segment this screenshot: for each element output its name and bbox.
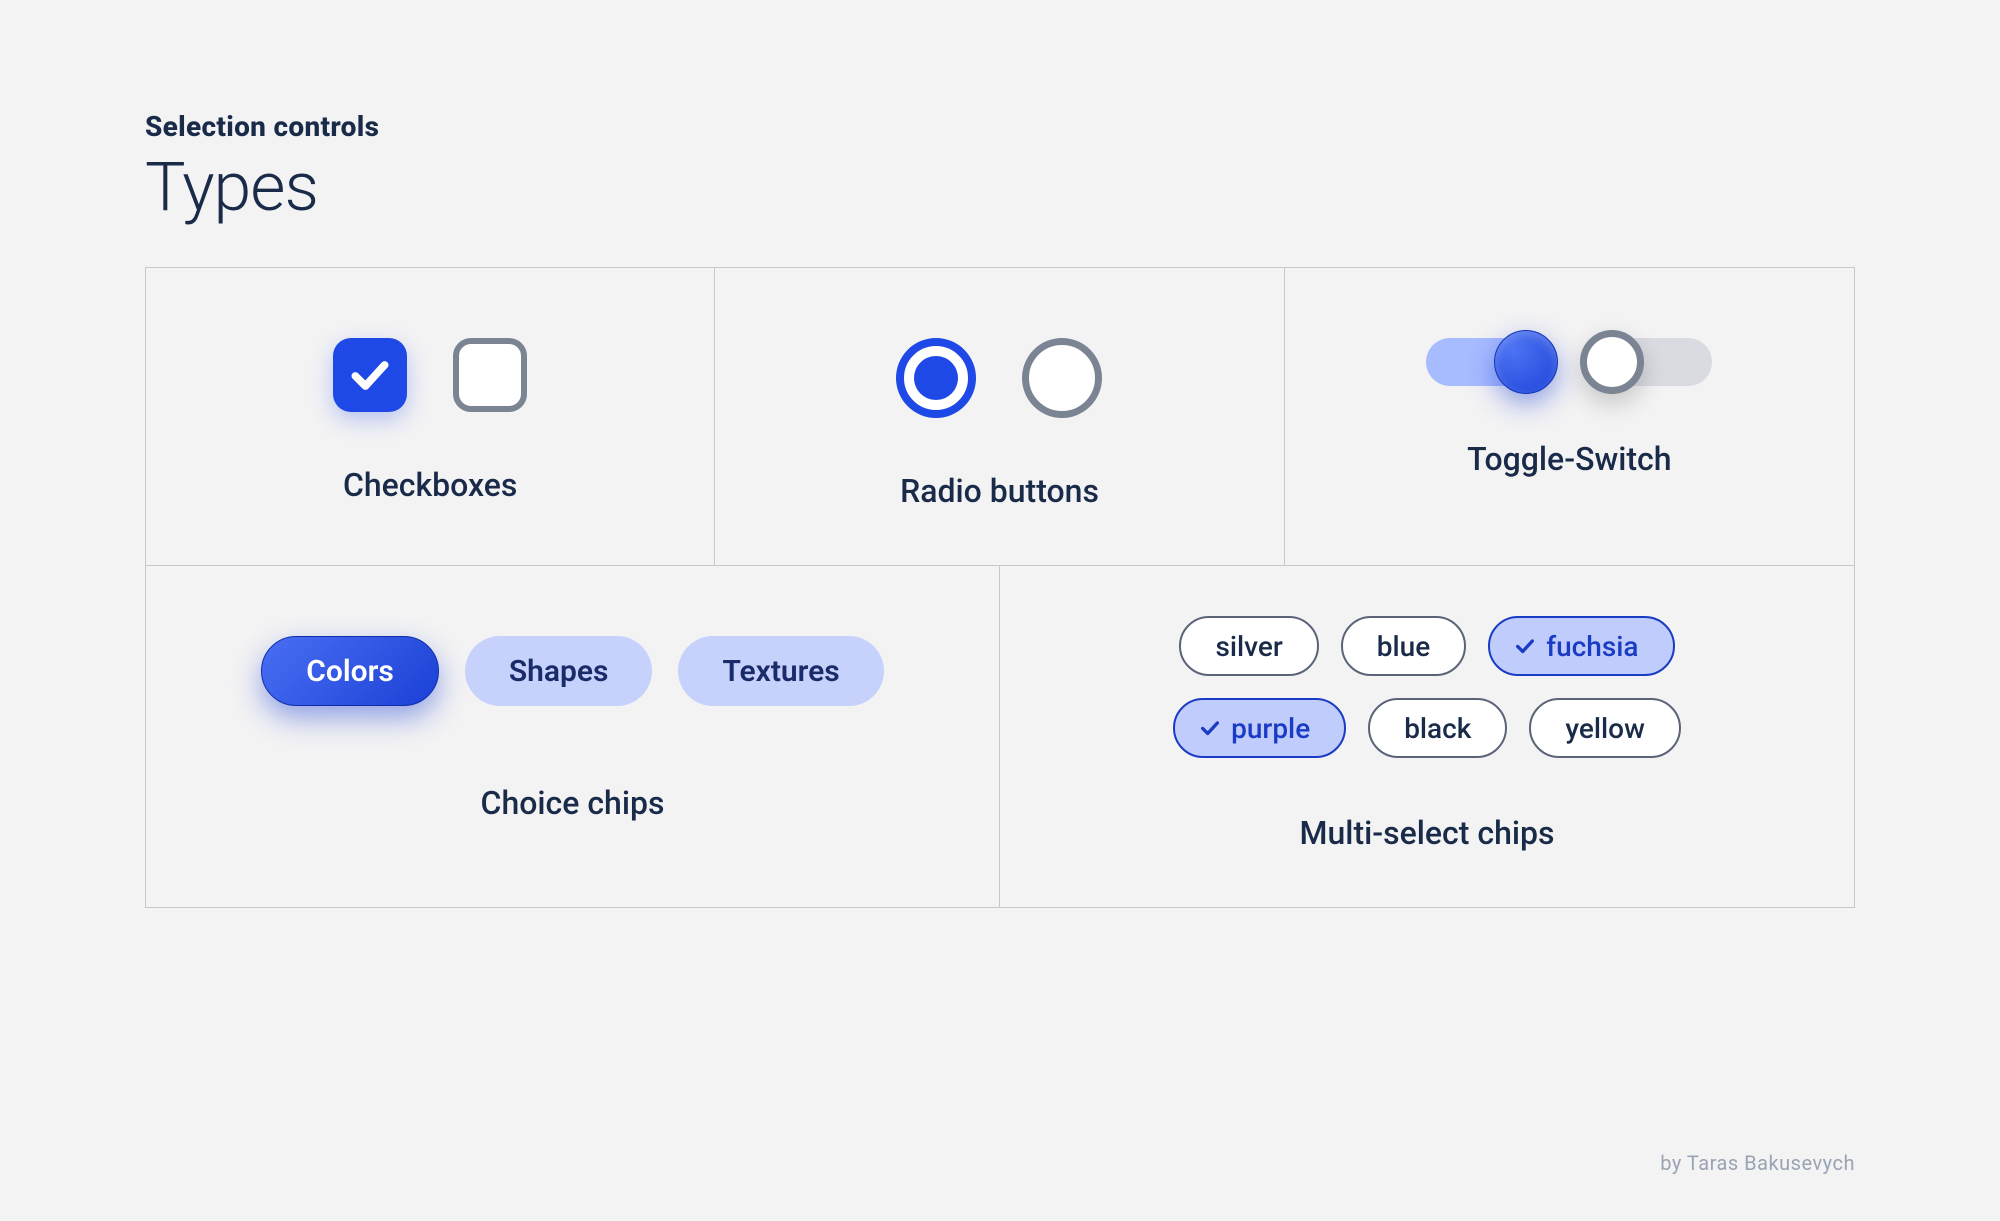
page-header: Selection controls Types: [145, 110, 1855, 227]
multi-chip-yellow[interactable]: yellow: [1529, 698, 1680, 758]
cell-label-toggle: Toggle-Switch: [1467, 440, 1671, 478]
choice-chip-textures[interactable]: Textures: [678, 636, 883, 706]
cell-label-radio: Radio buttons: [900, 472, 1099, 510]
cell-multi-chips: silver blue fuchsia purple: [1000, 566, 1854, 907]
radio-unselected[interactable]: [1022, 338, 1102, 418]
choice-chip-shapes[interactable]: Shapes: [465, 636, 653, 706]
multi-chip-silver[interactable]: silver: [1179, 616, 1318, 676]
toggle-on[interactable]: [1426, 338, 1552, 386]
page-title: Types: [145, 147, 1855, 227]
multi-chip-label: fuchsia: [1546, 630, 1638, 663]
cell-radio: Radio buttons: [715, 268, 1284, 566]
cell-label-checkboxes: Checkboxes: [343, 466, 517, 504]
cell-toggle: Toggle-Switch: [1285, 268, 1854, 566]
choice-chip-colors[interactable]: Colors: [261, 636, 439, 706]
toggle-knob-on: [1494, 330, 1558, 394]
multi-chip-fuchsia[interactable]: fuchsia: [1488, 616, 1674, 676]
multi-chip-black[interactable]: black: [1368, 698, 1507, 758]
cell-label-choice: Choice chips: [481, 784, 665, 822]
checkbox-unchecked[interactable]: [453, 338, 527, 412]
check-icon: [348, 353, 392, 397]
check-icon: [1199, 717, 1221, 739]
checkbox-checked[interactable]: [333, 338, 407, 412]
check-icon: [1514, 635, 1536, 657]
cell-label-multi: Multi-select chips: [1300, 814, 1555, 852]
radio-selected[interactable]: [896, 338, 976, 418]
types-grid: Checkboxes Radio buttons Toggle-Switch C…: [145, 267, 1855, 908]
cell-checkboxes: Checkboxes: [146, 268, 715, 566]
multi-chip-label: purple: [1231, 712, 1310, 745]
multi-chip-purple[interactable]: purple: [1173, 698, 1346, 758]
cell-choice-chips: Colors Shapes Textures Choice chips: [146, 566, 1000, 907]
toggle-knob-off: [1580, 330, 1644, 394]
section-eyebrow: Selection controls: [145, 110, 1855, 143]
toggle-off[interactable]: [1586, 338, 1712, 386]
multi-chip-blue[interactable]: blue: [1341, 616, 1466, 676]
byline: by Taras Bakusevych: [1660, 1151, 1855, 1175]
